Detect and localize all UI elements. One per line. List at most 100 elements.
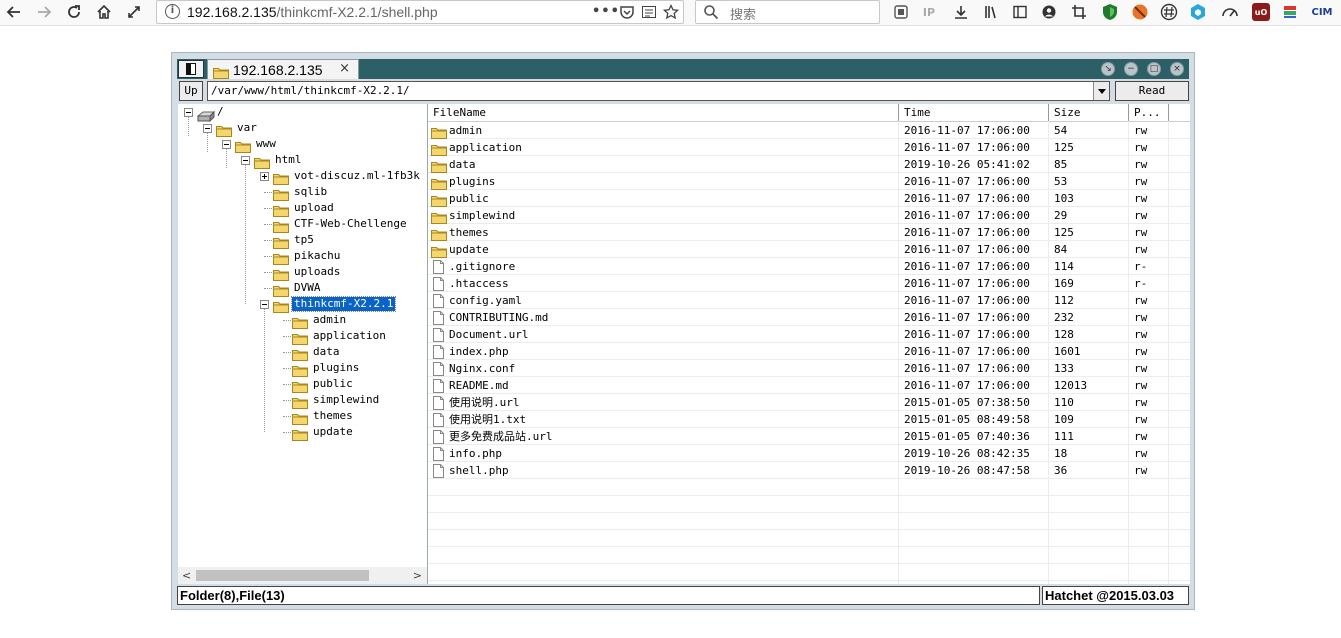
table-row[interactable]: Nginx.conf 2016-11-07 17:06:00 133 rw [428, 360, 1190, 377]
table-row[interactable]: shell.php 2019-10-26 08:47:58 36 rw [428, 462, 1190, 479]
tree-node-pikachu[interactable]: pikachu [178, 248, 427, 265]
ublock-icon[interactable]: uO [1252, 3, 1270, 21]
flag-icon[interactable] [1281, 3, 1299, 21]
close-icon[interactable]: × [1170, 62, 1184, 76]
table-row[interactable]: public 2016-11-07 17:06:00 103 rw [428, 190, 1190, 207]
tree-node-tp5[interactable]: tp5 [178, 232, 427, 249]
table-row[interactable]: 更多免费成品站.url 2015-01-05 07:40:36 111 rw [428, 428, 1190, 445]
scroll-thumb[interactable] [196, 570, 369, 581]
cim-extension-icon[interactable]: CIM [1309, 3, 1335, 21]
speed-icon[interactable] [1221, 3, 1239, 21]
tab-connection[interactable]: 192.168.2.135 × [207, 59, 359, 79]
table-row[interactable]: 使用说明1.txt 2015-01-05 08:49:58 109 rw [428, 411, 1190, 428]
scroll-right-icon[interactable]: > [413, 569, 422, 582]
file-name: admin [449, 124, 483, 137]
shield-icon[interactable] [1101, 3, 1119, 21]
table-row[interactable]: data 2019-10-26 05:41:02 85 rw [428, 156, 1190, 173]
tree-node-application[interactable]: application [178, 328, 427, 345]
table-row[interactable]: themes 2016-11-07 17:06:00 125 rw [428, 224, 1190, 241]
sidebar-icon[interactable] [1011, 3, 1029, 21]
tree-node-themes[interactable]: themes [178, 408, 427, 425]
up-button[interactable]: Up [179, 81, 203, 101]
read-button[interactable]: Read [1115, 81, 1189, 101]
table-row[interactable]: plugins 2016-11-07 17:06:00 53 rw [428, 173, 1190, 190]
restore-icon[interactable]: ↘ [1101, 62, 1115, 76]
tree-horizontal-scrollbar[interactable]: < > [178, 567, 427, 584]
table-row[interactable]: CONTRIBUTING.md 2016-11-07 17:06:00 232 rw [428, 309, 1190, 326]
reload-icon[interactable] [63, 2, 85, 22]
tree-node-plugins[interactable]: plugins [178, 360, 427, 377]
page-actions-icon[interactable]: ••• [592, 4, 620, 20]
table-row[interactable]: .htaccess 2016-11-07 17:06:00 169 r- [428, 275, 1190, 292]
tree-node-vot-discuz-ml-1fb3k[interactable]: vot-discuz.ml-1fb3k [178, 168, 427, 185]
url-host: 192.168.2.135 [187, 4, 277, 20]
account-icon[interactable] [1040, 3, 1058, 21]
bookmark-star-icon[interactable] [662, 3, 680, 20]
tree-node-simplewind[interactable]: simplewind [178, 392, 427, 409]
ip-extension-icon[interactable]: IP [920, 3, 938, 21]
tree-node-html[interactable]: html [178, 152, 427, 169]
collapse-icon[interactable] [222, 140, 231, 149]
back-icon[interactable] [3, 2, 25, 22]
minimize-icon[interactable]: − [1124, 62, 1138, 76]
tree-node-dvwa[interactable]: DVWA [178, 280, 427, 297]
collapse-icon[interactable] [260, 300, 269, 309]
collapse-icon[interactable] [184, 108, 193, 117]
search-bar[interactable]: 搜索 [695, 0, 880, 24]
table-row[interactable]: README.md 2016-11-07 17:06:00 12013 rw [428, 377, 1190, 394]
tree-node-ctf-web-chellenge[interactable]: CTF-Web-Chellenge [178, 216, 427, 233]
tree-node-thinkcmf-x2-2-1[interactable]: thinkcmf-X2.2.1 [178, 296, 427, 313]
tree-node-update[interactable]: update [178, 424, 427, 441]
column-header-time[interactable]: Time [899, 104, 1049, 121]
fullscreen-icon[interactable] [123, 2, 145, 22]
maximize-icon[interactable]: □ [1147, 62, 1161, 76]
forward-icon[interactable] [33, 2, 55, 22]
table-row[interactable]: update 2016-11-07 17:06:00 84 rw [428, 241, 1190, 258]
tree-node-upload[interactable]: upload [178, 200, 427, 217]
site-info-icon[interactable]: i [165, 4, 180, 19]
table-row[interactable]: admin 2016-11-07 17:06:00 54 rw [428, 122, 1190, 139]
collapse-icon[interactable] [203, 124, 212, 133]
tree-node-var[interactable]: var [178, 120, 427, 137]
url-text[interactable]: 192.168.2.135/thinkcmf-X2.2.1/shell.php [187, 4, 438, 20]
screenshot-icon[interactable] [892, 3, 910, 21]
tree-node-root[interactable]: / [178, 104, 427, 123]
file-permission: rw [1134, 328, 1148, 341]
table-row[interactable]: .gitignore 2016-11-07 17:06:00 114 r- [428, 258, 1190, 275]
pocket-icon[interactable] [619, 4, 635, 20]
crop-icon[interactable] [1070, 3, 1088, 21]
table-row[interactable]: application 2016-11-07 17:06:00 125 rw [428, 139, 1190, 156]
column-header-size[interactable]: Size [1049, 104, 1129, 121]
tree-node-sqlib[interactable]: sqlib [178, 184, 427, 201]
table-row[interactable]: simplewind 2016-11-07 17:06:00 29 rw [428, 207, 1190, 224]
blocker-icon[interactable] [1131, 3, 1149, 21]
table-row[interactable]: index.php 2016-11-07 17:06:00 1601 rw [428, 343, 1190, 360]
url-bar[interactable]: i 192.168.2.135/thinkcmf-X2.2.1/shell.ph… [156, 0, 684, 24]
scroll-left-icon[interactable]: < [182, 569, 191, 582]
table-row[interactable]: 使用说明.url 2015-01-05 07:38:50 110 rw [428, 394, 1190, 411]
tree-node-label: vot-discuz.ml-1fb3k [294, 169, 420, 182]
column-header-filename[interactable]: FileName [428, 104, 899, 121]
expand-icon[interactable] [260, 172, 269, 181]
reader-view-icon[interactable] [641, 4, 657, 20]
table-row[interactable]: info.php 2019-10-26 08:42:35 18 rw [428, 445, 1190, 462]
tree-node-public[interactable]: public [178, 376, 427, 393]
tree-node-uploads[interactable]: uploads [178, 264, 427, 281]
column-header-perm[interactable]: P... [1129, 104, 1169, 121]
tab-close-icon[interactable]: × [339, 61, 350, 76]
tree-node-data[interactable]: data [178, 344, 427, 361]
hashtag-icon[interactable] [1160, 3, 1178, 21]
table-row[interactable]: config.yaml 2016-11-07 17:06:00 112 rw [428, 292, 1190, 309]
tree-node-www[interactable]: www [178, 136, 427, 153]
table-row[interactable]: Document.url 2016-11-07 17:06:00 128 rw [428, 326, 1190, 343]
library-icon[interactable] [982, 3, 1000, 21]
path-input[interactable]: /var/www/html/thinkcmf-X2.2.1/ [207, 81, 1110, 101]
download-icon[interactable] [952, 3, 970, 21]
tree-node-admin[interactable]: admin [178, 312, 427, 329]
cube-icon[interactable] [1189, 3, 1207, 21]
home-icon[interactable] [93, 2, 115, 22]
app-menu-icon[interactable] [178, 60, 204, 78]
tree-connector [264, 192, 274, 193]
path-dropdown-icon[interactable] [1093, 82, 1109, 100]
collapse-icon[interactable] [241, 156, 250, 165]
